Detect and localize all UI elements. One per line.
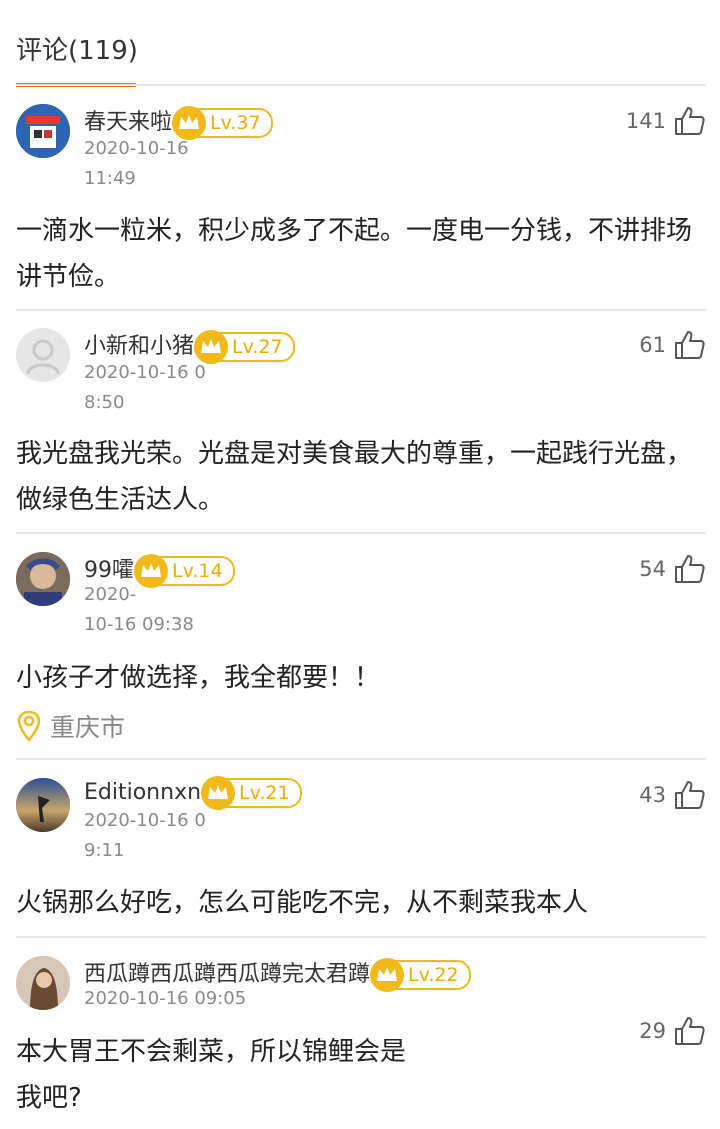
comments-title: 评论(119) (16, 36, 138, 66)
username-text[interactable]: 春天来啦 (84, 110, 172, 135)
level-text: Lv.37 (210, 112, 261, 134)
level-text: Lv.22 (408, 964, 459, 986)
username[interactable]: 小新和小猪 Lv.27 (84, 328, 295, 364)
level-text: Lv.27 (232, 336, 283, 358)
like-button[interactable]: 141 (626, 106, 706, 136)
level-badge: Lv.22 (370, 958, 471, 992)
header-divider (16, 84, 706, 86)
comment-text: 本大胃王不会剩菜，所以锦鲤会是 我吧? (16, 1037, 407, 1113)
thumbs-up-icon (675, 107, 705, 135)
location-tag[interactable]: 重庆市 (16, 708, 125, 744)
like-count: 43 (639, 783, 666, 807)
comment-date: 2020-10-16 11:49 (84, 138, 189, 189)
comment-date: 2020-10-16 0 9:11 (84, 810, 206, 861)
comment-text: 火锅那么好吃，怎么可能吃不完，从不剩菜我本人 (16, 888, 589, 918)
crown-icon (201, 776, 236, 810)
like-button[interactable]: 61 (639, 330, 706, 360)
avatar[interactable] (16, 956, 70, 1010)
level-text: Lv.21 (239, 782, 290, 804)
like-button[interactable]: 54 (639, 554, 706, 584)
comment-text: 一滴水一粒米，积少成多了不起。一度电一分钱，不讲排场讲节俭。 (16, 216, 693, 292)
avatar[interactable] (16, 104, 70, 158)
level-text: Lv.14 (172, 560, 223, 582)
username-text[interactable]: Editionnxn (84, 780, 201, 805)
comment-divider (16, 936, 706, 938)
level-badge: Lv.27 (194, 330, 295, 364)
comment-date: 2020-10-16 0 8:50 (84, 362, 206, 413)
thumbs-up-icon (675, 781, 705, 809)
comment-date: 2020- 10-16 09:38 (84, 584, 194, 635)
level-badge: Lv.21 (201, 776, 302, 810)
like-count: 61 (639, 333, 666, 357)
username[interactable]: 春天来啦 Lv.37 (84, 104, 273, 140)
comment-date: 2020-10-16 09:05 (84, 988, 247, 1009)
comment-divider (16, 532, 706, 534)
like-button[interactable]: 43 (639, 780, 706, 810)
location-pin-icon (17, 710, 41, 742)
username[interactable]: Editionnxn Lv.21 (84, 776, 302, 810)
thumbs-up-icon (675, 555, 705, 583)
avatar[interactable] (16, 552, 70, 606)
thumbs-up-icon (675, 331, 705, 359)
comment-divider (16, 758, 706, 760)
comment-text: 我光盘我光荣。光盘是对美食最大的尊重，一起践行光盘，做绿色生活达人。 (16, 439, 693, 515)
username-text[interactable]: 小新和小猪 (84, 334, 194, 359)
avatar[interactable] (16, 778, 70, 832)
comment-divider (16, 309, 706, 311)
like-count: 141 (625, 109, 666, 133)
like-count: 54 (639, 557, 666, 581)
avatar[interactable] (16, 328, 70, 382)
comment-text: 小孩子才做选择，我全都要！！ (16, 663, 381, 693)
location-text: 重庆市 (50, 713, 126, 742)
